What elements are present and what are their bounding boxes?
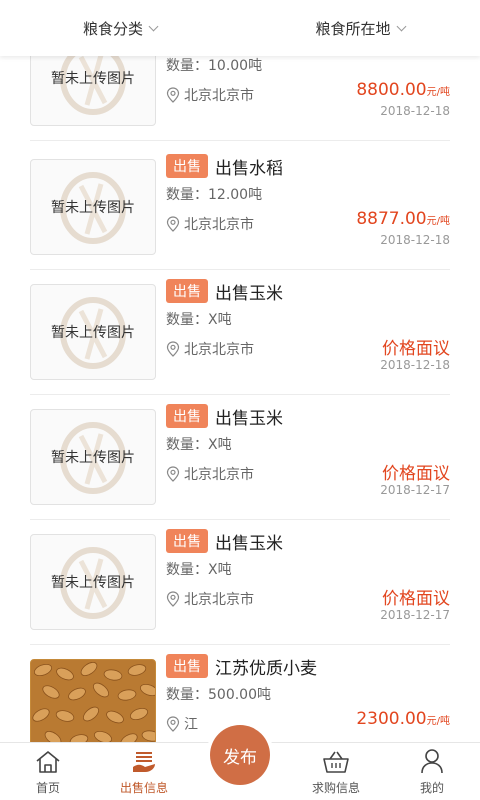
no-image-text: 暂未上传图片 — [51, 575, 135, 591]
chevron-down-icon — [396, 21, 406, 31]
filter-bar: 粮食分类 粮食所在地 — [0, 0, 480, 56]
quantity: 数量：X吨 — [166, 437, 232, 453]
filter-grain-location[interactable]: 粮食所在地 — [240, 0, 480, 56]
listing-title: 江苏优质小麦 — [215, 658, 317, 679]
bottom-tab-bar: 首页 出售信息 求购信息 我的 发布 — [0, 725, 480, 800]
list-item[interactable]: 暂未上传图片 出售 出售玉米 数量：X吨 北京北京市 价格面议 2018-12-… — [30, 270, 450, 395]
listing-title: 出售水稻 — [215, 158, 283, 179]
price: 价格面议 — [382, 464, 450, 484]
tab-mine[interactable]: 我的 — [384, 743, 480, 800]
tab-buy-info[interactable]: 求购信息 — [288, 743, 384, 800]
price: 2300.00元/吨 — [356, 709, 450, 729]
placeholder-image: 暂未上传图片 — [30, 409, 156, 505]
sell-tag: 出售 — [166, 529, 208, 553]
no-image-text: 暂未上传图片 — [51, 71, 135, 87]
sell-tag: 出售 — [166, 279, 208, 303]
wheat-photo — [30, 659, 156, 742]
sell-tag: 出售 — [166, 654, 208, 678]
location-pin-icon — [166, 216, 180, 232]
date: 2018-12-18 — [380, 358, 450, 372]
price: 价格面议 — [382, 589, 450, 609]
tab-label: 出售信息 — [119, 781, 168, 795]
sell-tag: 出售 — [166, 404, 208, 428]
date: 2018-12-17 — [380, 483, 450, 497]
tab-home[interactable]: 首页 — [0, 743, 96, 800]
listing-title: 出售玉米 — [215, 283, 283, 304]
location-pin-icon — [166, 591, 180, 607]
location-pin-icon — [166, 716, 180, 732]
date: 2018-12-18 — [380, 104, 450, 118]
tab-label: 首页 — [35, 781, 60, 795]
price: 8800.00元/吨 — [356, 80, 450, 100]
location-pin-icon — [166, 341, 180, 357]
quantity: 数量：X吨 — [166, 562, 232, 578]
filter-label: 粮食所在地 — [315, 19, 391, 38]
date: 2018-12-17 — [380, 608, 450, 622]
listing-title: 出售玉米 — [215, 408, 283, 429]
location-pin-icon — [166, 87, 180, 103]
price: 8877.00元/吨 — [356, 209, 450, 229]
basket-icon — [323, 751, 349, 773]
quantity: 数量：10.00吨 — [166, 58, 263, 74]
no-image-text: 暂未上传图片 — [51, 200, 135, 216]
placeholder-image: 暂未上传图片 — [30, 56, 156, 126]
location-pin-icon — [166, 466, 180, 482]
placeholder-image: 暂未上传图片 — [30, 284, 156, 380]
list-item[interactable]: 暂未上传图片 数量：10.00吨 北京北京市 8800.00元/吨 2018-1… — [30, 56, 450, 141]
placeholder-image: 暂未上传图片 — [30, 534, 156, 630]
filter-label: 粮食分类 — [82, 19, 143, 38]
no-image-text: 暂未上传图片 — [51, 450, 135, 466]
placeholder-image: 暂未上传图片 — [30, 159, 156, 255]
publish-button[interactable]: 发布 — [210, 725, 270, 785]
quantity: 数量：X吨 — [166, 312, 232, 328]
quantity: 数量：12.00吨 — [166, 187, 263, 203]
price: 价格面议 — [382, 339, 450, 359]
listing-list[interactable]: 暂未上传图片 数量：10.00吨 北京北京市 8800.00元/吨 2018-1… — [0, 56, 480, 742]
date: 2018-12-18 — [380, 233, 450, 247]
list-item[interactable]: 暂未上传图片 出售 出售玉米 数量：X吨 北京北京市 价格面议 2018-12-… — [30, 520, 450, 645]
no-image-text: 暂未上传图片 — [51, 325, 135, 341]
user-icon — [421, 749, 443, 774]
sell-info-icon — [133, 752, 155, 772]
home-icon — [36, 751, 60, 773]
list-item[interactable]: 暂未上传图片 出售 出售水稻 数量：12.00吨 北京北京市 8877.00元/… — [30, 145, 450, 270]
tab-label: 我的 — [419, 781, 444, 795]
wheat-grain-image — [31, 660, 155, 742]
listing-title: 出售玉米 — [215, 533, 283, 554]
sell-tag: 出售 — [166, 154, 208, 178]
chevron-down-icon — [148, 21, 159, 31]
tab-label: 求购信息 — [311, 781, 360, 795]
quantity: 数量：500.00吨 — [166, 687, 271, 703]
filter-grain-category[interactable]: 粮食分类 — [0, 0, 240, 56]
tab-sell-info[interactable]: 出售信息 — [96, 743, 192, 800]
list-item[interactable]: 暂未上传图片 出售 出售玉米 数量：X吨 北京北京市 价格面议 2018-12-… — [30, 395, 450, 520]
